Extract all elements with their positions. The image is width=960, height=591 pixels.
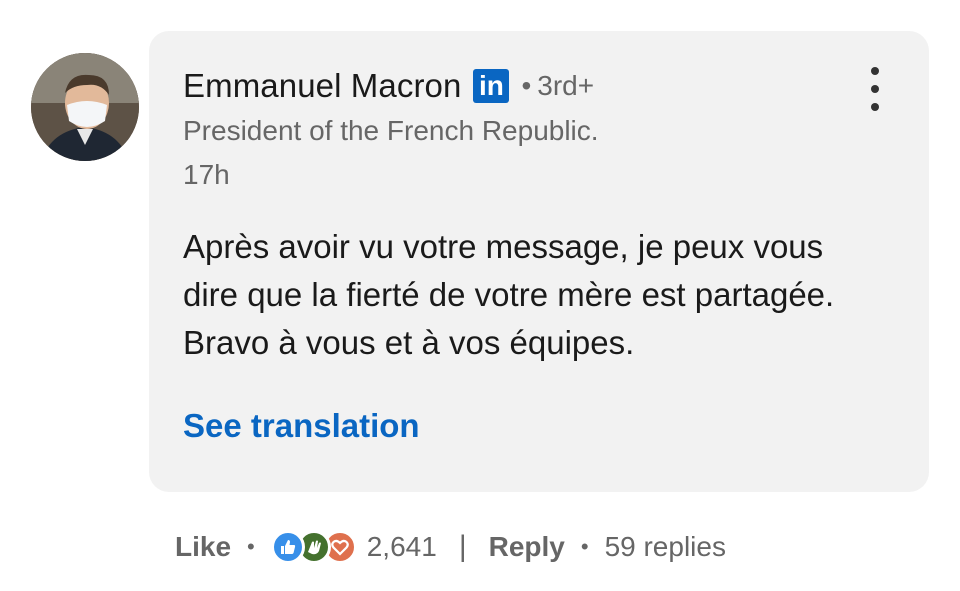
comment-bubble: Emmanuel Macron in • 3rd+ President of t… [149, 31, 929, 492]
more-dot [871, 67, 879, 75]
comment-timestamp: 17h [183, 159, 230, 190]
action-separator: • [580, 534, 589, 559]
connection-degree: 3rd+ [537, 70, 595, 101]
author-avatar[interactable] [31, 53, 139, 161]
linkedin-badge-icon: in [473, 69, 510, 103]
like-button[interactable]: Like [175, 531, 231, 563]
reaction-count[interactable]: 2,641 [367, 531, 437, 563]
author-row: Emmanuel Macron in • 3rd+ [183, 66, 594, 106]
more-dot [871, 85, 879, 93]
comment-text: Après avoir vu votre message, je peux vo… [183, 228, 835, 361]
more-dot [871, 103, 879, 111]
like-icon [270, 530, 305, 564]
replies-count-link[interactable]: 59 replies [605, 531, 726, 563]
action-separator: • [247, 534, 255, 559]
comment-actions: Like • 2,641 | Reply • 59 replies [175, 525, 726, 569]
reply-button[interactable]: Reply [489, 531, 565, 563]
reactions-summary[interactable] [270, 530, 357, 564]
see-translation-link[interactable]: See translation [183, 407, 420, 445]
more-options-icon[interactable] [863, 67, 887, 111]
action-divider: | [458, 530, 467, 563]
author-photo [31, 53, 139, 161]
author-name[interactable]: Emmanuel Macron [183, 67, 461, 105]
author-headline: President of the French Republic. [183, 115, 599, 146]
degree-separator: • [521, 70, 532, 101]
